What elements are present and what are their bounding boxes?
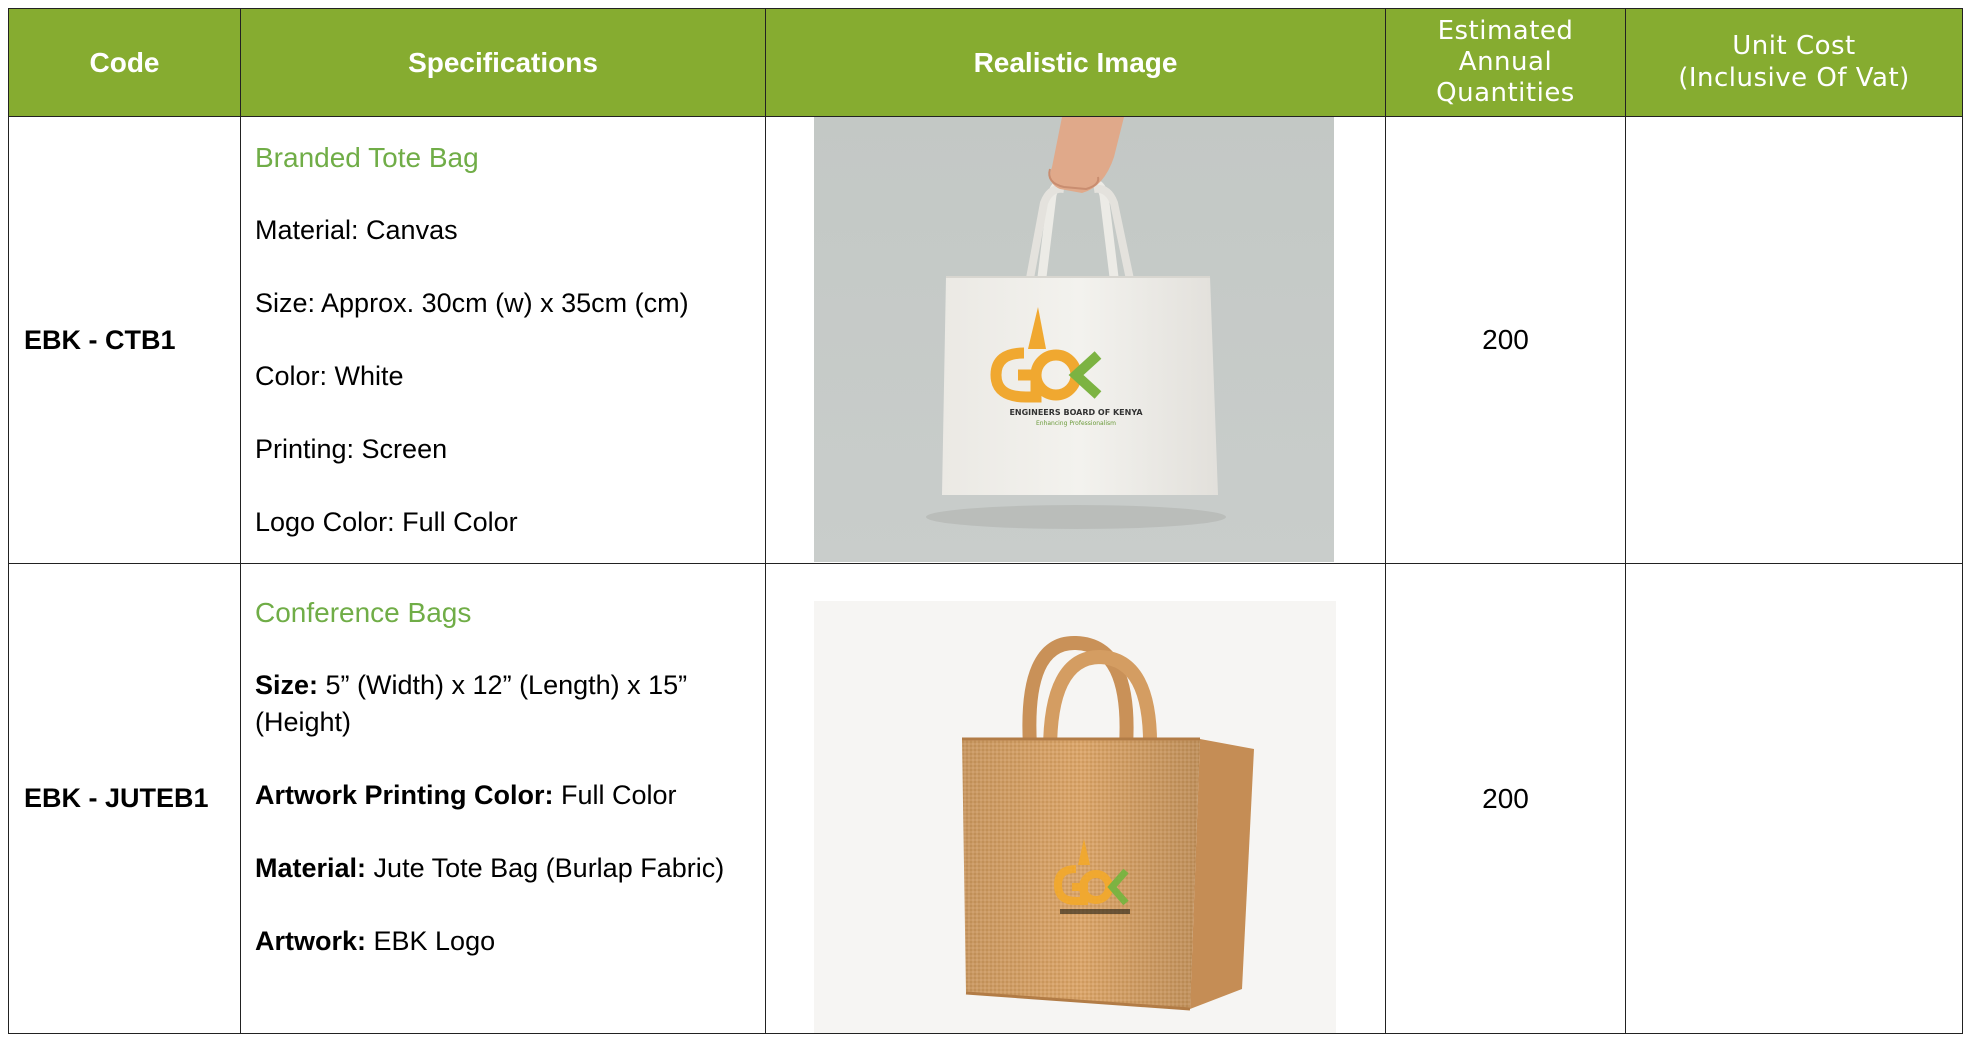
image-cell <box>765 563 1386 1034</box>
spec-label: Size: <box>255 670 319 700</box>
specifications-table: Code Specifications Realistic Image Esti… <box>8 8 1963 1034</box>
header-unit-cost: Unit Cost (Inclusive Of Vat) <box>1625 8 1963 117</box>
spec-value: Full Color <box>553 780 677 810</box>
spec-artwork-printing-color: Artwork Printing Color: Full Color <box>255 777 749 814</box>
quantity-cell: 200 <box>1385 116 1626 564</box>
spec-artwork: Artwork: EBK Logo <box>255 923 749 960</box>
tote-bag-image: ENGINEERS BOARD OF KENYA Enhancing Profe… <box>814 117 1334 562</box>
spec-value: EBK Logo <box>366 926 496 956</box>
spec-label: Artwork: <box>255 926 367 956</box>
header-code: Code <box>8 8 241 117</box>
image-cell: ENGINEERS BOARD OF KENYA Enhancing Profe… <box>765 116 1386 564</box>
spec-label: Material: <box>255 853 367 883</box>
spec-size: Size: Approx. 30cm (w) x 35cm (cm) <box>255 288 689 318</box>
specifications-cell: Conference Bags Size: 5” (Width) x 12” (… <box>240 563 766 1034</box>
header-unit-cost-line1: Unit Cost <box>1732 31 1856 62</box>
code-cell: EBK - CTB1 <box>8 116 241 564</box>
spec-material: Material: Canvas <box>255 215 458 245</box>
spec-material: Material: Jute Tote Bag (Burlap Fabric) <box>255 850 749 887</box>
spec-label: Artwork Printing Color: <box>255 780 554 810</box>
table-row: EBK - CTB1 Branded Tote Bag Material: Ca… <box>8 116 1963 564</box>
header-estimated-line2: Annual <box>1458 46 1553 77</box>
table-header-row: Code Specifications Realistic Image Esti… <box>8 8 1963 117</box>
spec-printing: Printing: Screen <box>255 434 448 464</box>
unit-cost-cell[interactable] <box>1625 563 1963 1034</box>
header-estimated-annual-quantities: Estimated Annual Quantities <box>1385 8 1626 117</box>
header-specifications: Specifications <box>240 8 766 117</box>
jute-bag-image <box>814 601 1336 1033</box>
spec-color: Color: White <box>255 361 404 391</box>
tote-logo-text: ENGINEERS BOARD OF KENYA <box>1009 408 1143 417</box>
tote-logo-tagline: Enhancing Professionalism <box>1036 420 1116 427</box>
spec-size: Size: 5” (Width) x 12” (Length) x 15” (H… <box>255 667 749 741</box>
spec-logo-color: Logo Color: Full Color <box>255 507 518 537</box>
header-estimated-line3: Quantities <box>1436 78 1575 109</box>
table-row: EBK - JUTEB1 Conference Bags Size: 5” (W… <box>8 563 1963 1034</box>
code-cell: EBK - JUTEB1 <box>8 563 241 1034</box>
header-realistic-image: Realistic Image <box>765 8 1386 117</box>
unit-cost-cell[interactable] <box>1625 116 1963 564</box>
spec-value: 5” (Width) x 12” (Length) x 15” (Height) <box>255 670 688 737</box>
product-title: Conference Bags <box>255 597 472 628</box>
specifications-cell: Branded Tote Bag Material: Canvas Size: … <box>240 116 766 564</box>
header-unit-cost-line2: (Inclusive Of Vat) <box>1678 62 1910 93</box>
header-estimated-line1: Estimated <box>1437 15 1574 46</box>
spec-value: Jute Tote Bag (Burlap Fabric) <box>366 853 725 883</box>
quantity-cell: 200 <box>1385 563 1626 1034</box>
product-title: Branded Tote Bag <box>255 142 479 173</box>
